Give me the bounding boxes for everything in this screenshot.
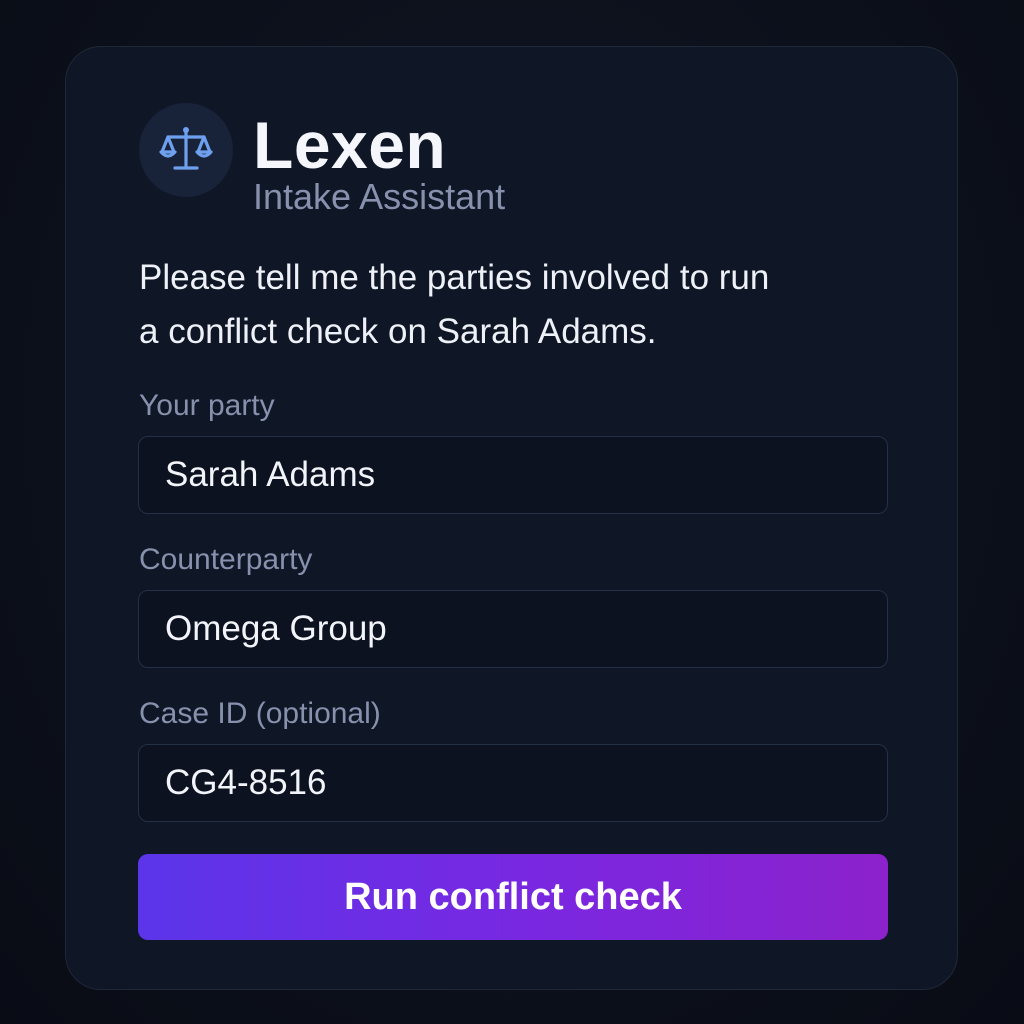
your-party-input[interactable] <box>138 436 888 514</box>
brand-header: Lexen Intake Assistant <box>139 103 505 217</box>
brand-logo <box>139 103 233 197</box>
case-id-input[interactable] <box>138 744 888 822</box>
brand-subtitle: Intake Assistant <box>253 176 506 217</box>
assistant-prompt: Please tell me the parties involved to r… <box>139 251 859 359</box>
counterparty-input[interactable] <box>138 590 888 668</box>
prompt-line-1: Please tell me the parties involved to r… <box>139 258 770 297</box>
case-id-label: Case ID (optional) <box>139 697 381 730</box>
scales-icon <box>159 127 213 170</box>
counterparty-label: Counterparty <box>139 543 313 576</box>
run-conflict-check-button[interactable]: Run conflict check <box>138 854 888 940</box>
brand-title: Lexen <box>253 108 447 182</box>
your-party-label: Your party <box>139 389 275 422</box>
brand-text: Lexen Intake Assistant <box>253 103 505 217</box>
intake-card: Lexen Intake Assistant Please tell me th… <box>65 46 958 990</box>
prompt-line-2: a conflict check on Sarah Adams. <box>139 312 657 351</box>
